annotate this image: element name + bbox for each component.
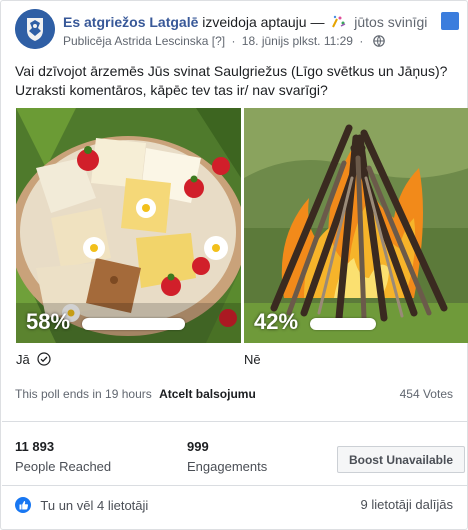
yes-label: Jā [16,352,30,367]
boost-button[interactable]: Boost Unavailable [337,446,465,473]
checkmark-circle-icon [37,352,51,366]
reactions-summary[interactable]: Tu un vēl 4 lietotāji [15,497,148,514]
undo-vote-link[interactable]: Atcelt balsojumu [159,387,256,401]
people-reached-label: People Reached [15,459,112,474]
action-text: izveidoja aptauju — [202,14,325,30]
like-icon [15,497,31,513]
likes-text: Tu un vēl 4 lietotāji [40,498,149,513]
published-by[interactable]: Publicēja Astrida Lescinska [63,34,208,48]
meta-separator: · [231,34,236,48]
poll-question: Vai dzīvojot ārzemēs Jūs svinat Saulgrie… [15,63,448,98]
poll-ends-text: This poll ends in 19 hours [15,387,152,401]
option-label-no[interactable]: Nē [244,352,261,368]
cheese-platter-image [16,108,241,343]
engagements-value: 999 [187,439,209,454]
people-reached-value: 11 893 [15,439,55,454]
no-result-bar [310,318,376,330]
post-card: Es atgriežos Latgalē izveidoja aptauju —… [0,0,468,530]
poll-option-no[interactable]: 42% [244,108,468,343]
option-label-yes[interactable]: Jā [16,352,51,368]
divider [2,421,468,422]
votes-count[interactable]: 454 Votes [400,386,453,402]
meta-separator-2: · [359,34,364,48]
page-name-link[interactable]: Es atgriežos Latgalē [63,14,198,30]
post-header: Es atgriežos Latgalē izveidoja aptauju —… [15,9,459,53]
post-meta: Publicēja Astrida Lescinska [?] · 18. jū… [63,33,385,49]
engagements-label: Engagements [187,459,268,474]
yes-percent: 58% [26,309,71,334]
celebration-icon [332,15,346,28]
no-percent: 42% [254,309,299,334]
engagements-stat[interactable]: 999 Engagements [187,439,267,475]
page-avatar[interactable] [15,9,55,49]
no-label: Nē [244,352,261,367]
feeling-text[interactable]: jūtos svinīgi [354,14,427,30]
poll-option-yes[interactable]: 58% [16,108,241,343]
flag-icon [441,12,459,30]
divider [2,485,468,486]
people-reached-stat[interactable]: 11 893 People Reached [15,439,111,475]
poll-footer: This poll ends in 19 hours Atcelt balsoj… [15,386,453,402]
timestamp[interactable]: 18. jūnijs plkst. 11:29 [242,34,353,48]
bonfire-image [244,108,468,343]
coat-of-arms-icon [15,9,55,49]
info-marker[interactable]: [?] [212,34,225,48]
header-title-line: Es atgriežos Latgalē izveidoja aptauju —… [63,13,427,31]
shares-count[interactable]: 9 lietotāji dalījās [361,497,454,513]
globe-icon [372,35,385,47]
yes-result-bar [82,318,185,330]
